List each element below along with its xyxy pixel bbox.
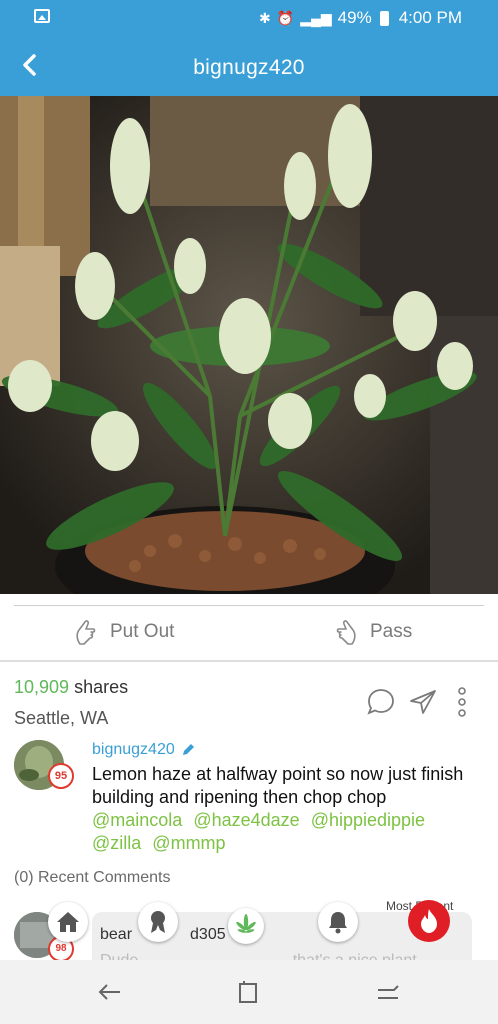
put-out-button[interactable]: Put Out [74, 618, 174, 646]
tag-link[interactable]: @zilla [92, 833, 141, 853]
nav-feed-button[interactable] [228, 908, 264, 944]
cannabis-plant-image [0, 96, 498, 594]
alarm-icon: ⏰ [276, 9, 295, 26]
hand-icon [76, 620, 96, 645]
post-photo[interactable] [0, 96, 498, 594]
system-navigation-bar [0, 960, 498, 1024]
shares-number: 10,909 [14, 677, 70, 697]
gallery-icon [34, 9, 50, 23]
app-bar: bignugz420 [0, 36, 498, 96]
system-home-icon[interactable] [374, 980, 402, 1006]
post-author[interactable]: bignugz420 [92, 741, 482, 759]
tag-link[interactable]: @haze4daze [193, 810, 299, 830]
shares-count: 10,909 shares [14, 677, 128, 698]
battery-percent: 49% [337, 8, 372, 27]
ribbon-icon [151, 911, 165, 933]
nav-hot-button[interactable] [408, 900, 450, 942]
send-icon[interactable] [408, 688, 438, 716]
put-out-label: Put Out [110, 621, 175, 642]
author-score-badge: 95 [48, 763, 74, 789]
system-back-icon[interactable] [96, 980, 124, 1004]
divider [0, 660, 498, 662]
post-tags: @maincola @haze4daze @hippiedippie @zill… [92, 809, 482, 855]
commenter-name-start: bear [100, 926, 133, 943]
comments-header: (0) Recent Comments [14, 869, 171, 886]
comment-icon[interactable] [366, 688, 396, 716]
nav-home-button[interactable] [48, 902, 88, 942]
bluetooth-icon: ✱ [259, 9, 271, 26]
nav-awards-button[interactable] [138, 902, 178, 942]
status-bar: ✱ ⏰ ▂▄▆ 49% 4:00 PM [0, 0, 498, 36]
shares-label: shares [74, 677, 129, 697]
post-text: Lemon haze at halfway point so now just … [92, 764, 464, 807]
nav-notifications-button[interactable] [318, 902, 358, 942]
flame-icon [421, 909, 437, 933]
home-icon [57, 912, 79, 932]
more-options-icon[interactable] [455, 686, 469, 718]
page-title: bignugz420 [193, 56, 305, 79]
tag-link[interactable]: @hippiedippie [311, 810, 425, 830]
tag-link[interactable]: @mmmp [152, 833, 225, 853]
app-root: ✱ ⏰ ▂▄▆ 49% 4:00 PM bignugz420 Put Out P… [0, 0, 498, 1024]
pass-button[interactable]: Pass [334, 618, 412, 646]
location: Seattle, WA [14, 708, 109, 728]
action-bar: Put Out Pass [0, 606, 498, 660]
leaf-icon [236, 914, 256, 933]
battery-icon [379, 10, 389, 26]
status-icons: ✱ ⏰ ▂▄▆ 49% 4:00 PM [259, 8, 462, 28]
tag-link[interactable]: @maincola [92, 810, 182, 830]
clock: 4:00 PM [398, 8, 462, 27]
bell-icon [329, 912, 347, 934]
commenter-name-end: d305 [190, 926, 226, 943]
lte-signal-icon: ▂▄▆ [300, 9, 332, 26]
edit-pencil-icon[interactable] [181, 743, 195, 757]
post-content: bignugz420 Lemon haze at halfway point s… [92, 741, 482, 855]
post-author-name: bignugz420 [92, 741, 175, 758]
system-recents-icon[interactable] [236, 980, 262, 1006]
pass-label: Pass [370, 621, 413, 642]
pass-hand-icon [336, 620, 356, 645]
